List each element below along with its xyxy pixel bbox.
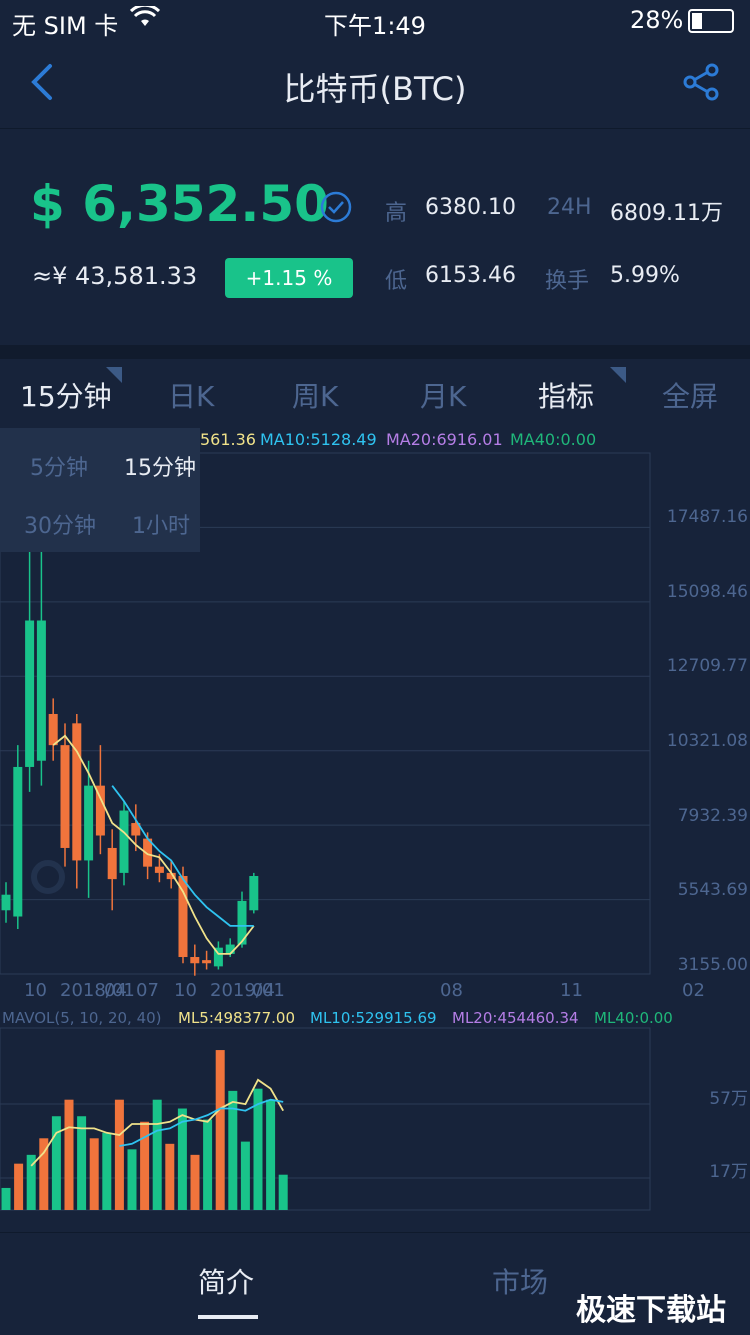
tab-month-k[interactable]: 月K [420,375,466,415]
bottom-tab-bar: 简介 市场 极速下载站 [0,1232,750,1335]
active-tab-indicator [198,1315,258,1319]
tab-fullscreen[interactable]: 全屏 [662,375,718,415]
chain-watermark-icon [31,860,65,894]
volume-bar [89,1138,99,1210]
ml5-legend: ML5:498377.00 [178,1009,296,1027]
low-value: 6153.46 [425,263,516,288]
volume-24h-label: 24H [547,195,592,220]
interval-dropdown: 5分钟 15分钟 30分钟 1小时 [0,428,200,552]
y-tick: 10321.08 [666,731,748,751]
candle-body [13,766,23,917]
candle-body [249,876,259,911]
candle-body [36,620,46,761]
tab-15min[interactable]: 15分钟 [20,375,112,415]
nav-bar: 比特币(BTC) [0,40,750,129]
interval-15min[interactable]: 15分钟 [124,450,196,482]
volume-bar [114,1099,124,1210]
volume-bar [190,1154,200,1210]
volume-bar [51,1116,61,1210]
ml40-legend: ML40:0.00 [594,1009,673,1027]
page-title: 比特币(BTC) [283,70,467,108]
tab-market[interactable]: 市场 [492,1261,548,1301]
volume-bar [215,1050,225,1210]
candle-body [72,723,82,861]
x-tick: 10 [24,980,47,1001]
high-value: 6380.10 [425,195,516,220]
turnover-value: 5.99% [610,263,680,288]
status-bar: 无 SIM 卡 下午1:49 28% [0,0,750,40]
candle-body [1,894,11,911]
share-icon[interactable] [682,62,722,106]
tab-indicator[interactable]: 指标 [538,375,594,415]
check-circle-icon[interactable] [320,191,352,227]
volume-bar [1,1187,11,1210]
y-tick: 12709.77 [666,656,748,676]
candle-body [119,810,129,873]
interval-tabs: 15分钟 日K 周K 月K 指标 全屏 [0,359,750,427]
volume-bar [77,1116,87,1210]
volume-bar [14,1163,24,1210]
volume-tick: 17万 [709,1162,748,1182]
volume-bar [152,1099,162,1210]
dropdown-corner-icon [610,367,626,383]
candle-body [154,866,164,873]
interval-5min[interactable]: 5分钟 [30,450,88,482]
volume-bar [203,1119,213,1210]
x-tick: 08 [440,980,463,1001]
turnover-label: 换手 [545,269,590,294]
y-tick: 5543.69 [677,880,748,900]
interval-1hour[interactable]: 1小时 [132,508,190,540]
volume-bar [253,1088,263,1210]
y-tick: 3155.00 [677,955,748,975]
ml10-legend: ML10:529915.69 [310,1009,437,1027]
x-tick: 07 [136,980,159,1001]
x-tick: 04 [252,980,275,1001]
price-summary: $ 6,352.50 ≈¥ 43,581.33 +1.15 % 高 6380.1… [0,129,750,345]
price-cny: ≈¥ 43,581.33 [32,262,198,290]
volume-bar [278,1174,288,1210]
mavol-legend: MAVOL(5, 10, 20, 40) [2,1009,162,1027]
y-tick: 7932.39 [677,806,748,826]
candle-body [190,957,200,964]
x-tick: 04 [104,980,127,1001]
volume-bar [102,1132,112,1210]
high-label: 高 [385,201,408,226]
volume-bar [240,1141,250,1210]
watermark-logo: 极速下载站 [576,1293,726,1328]
section-divider [0,345,750,359]
tab-day-k[interactable]: 日K [168,375,214,415]
candle-body [60,745,70,848]
volume-tick: 57万 [709,1089,748,1109]
battery-percent: 28% [630,6,684,34]
volume-bar [266,1099,276,1210]
dropdown-corner-icon [106,367,122,383]
candle-body [84,785,94,861]
ml20-legend: ML20:454460.34 [452,1009,579,1027]
interval-30min[interactable]: 30分钟 [24,508,96,540]
candle-body [225,944,235,954]
candle-body [25,620,35,767]
x-tick: 11 [560,980,583,1001]
volume-bar [165,1143,175,1210]
tab-intro[interactable]: 简介 [198,1261,254,1301]
volume-bar [127,1149,137,1210]
candle-body [48,713,58,746]
y-tick: 15098.46 [666,582,748,602]
y-tick: 17487.16 [666,507,748,527]
x-tick: 10 [174,980,197,1001]
change-badge: +1.15 % [225,258,353,298]
battery-icon [688,9,734,33]
tab-week-k[interactable]: 周K [292,375,338,415]
candle-body [202,960,212,964]
volume-bar [64,1099,74,1210]
current-price: $ 6,352.50 [30,175,329,233]
low-label: 低 [385,269,408,294]
candle-body [107,847,117,880]
volume-24h-value: 6809.11万 [610,201,723,226]
x-tick: 02 [682,980,705,1001]
